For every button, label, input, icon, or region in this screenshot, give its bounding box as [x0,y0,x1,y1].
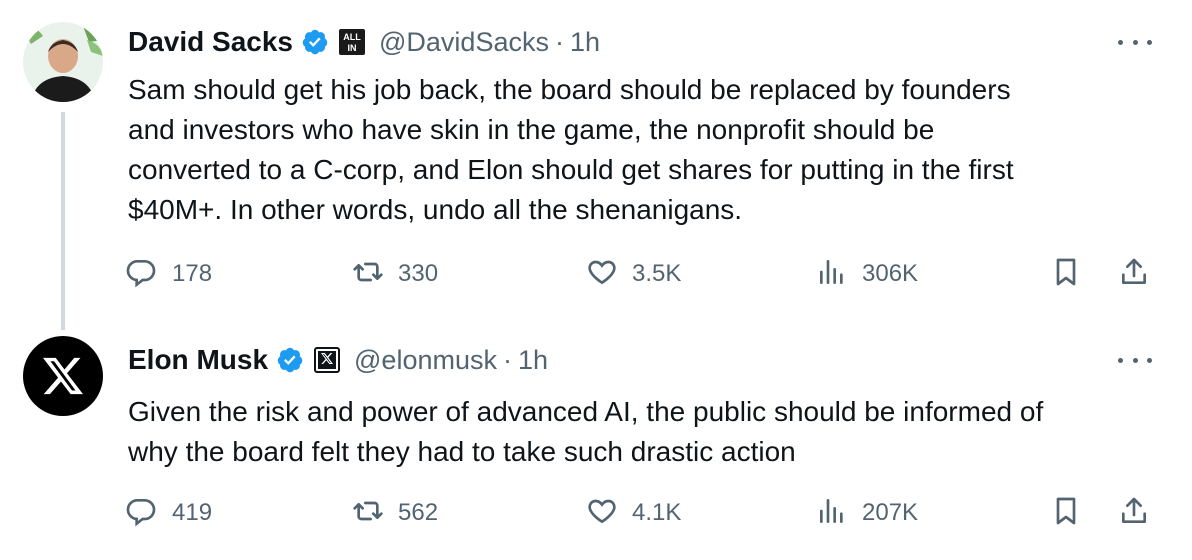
more-icon[interactable] [1118,32,1152,52]
like-count: 3.5K [632,260,682,287]
timestamp[interactable]: 1h [570,27,600,58]
repost-icon [352,495,384,532]
repost-count: 562 [398,499,439,526]
repost-count: 330 [398,260,439,287]
views-count: 207K [862,499,919,526]
svg-text:IN: IN [348,43,357,53]
timestamp[interactable]: 1h [518,345,548,376]
x-affiliation-badge-icon [314,347,341,373]
tweet-header: Elon Musk @elonmusk · 1h [128,340,548,380]
tweet-text: Given the risk and power of advanced AI,… [128,396,1044,467]
share-button[interactable] [1118,254,1150,294]
repost-icon [352,256,384,293]
reply-count: 419 [172,499,213,526]
bookmark-icon [1050,256,1082,293]
more-icon[interactable] [1118,350,1152,370]
verified-icon [301,28,329,56]
bookmark-icon [1050,495,1082,532]
verified-icon [276,346,304,374]
tweet-header: David Sacks ALL IN @DavidSacks · 1h [128,22,600,62]
avatar[interactable] [23,336,103,416]
views-count: 306K [862,260,919,287]
views-icon [816,256,848,293]
like-icon [586,256,618,293]
share-icon [1118,495,1150,532]
author-name[interactable]: Elon Musk [128,344,268,376]
all-in-badge-icon: ALL IN [339,29,365,55]
separator-dot: · [554,26,564,57]
repost-button[interactable]: 562 [352,493,438,533]
reply-icon [126,495,158,532]
tweet-elon-musk[interactable]: Elon Musk @elonmusk · 1h Given the risk … [0,318,1192,560]
separator-dot: · [502,344,512,375]
tweet-david-sacks[interactable]: David Sacks ALL IN @DavidSacks · 1h Sam s… [0,0,1192,318]
like-button[interactable]: 4.1K [586,493,681,533]
svg-text:ALL: ALL [343,32,361,42]
like-count: 4.1K [632,499,682,526]
reply-button[interactable]: 178 [126,254,212,294]
tweet-text: Sam should get his job back, the board s… [128,74,1014,225]
author-name[interactable]: David Sacks [128,26,293,58]
views-button[interactable]: 207K [816,493,918,533]
action-bar: 178 330 3.5K 306K [0,254,1192,294]
bookmark-button[interactable] [1050,493,1082,533]
share-button[interactable] [1118,493,1150,533]
share-icon [1118,256,1150,293]
reply-icon [126,256,158,293]
avatar[interactable] [23,22,103,102]
like-icon [586,495,618,532]
views-icon [816,495,848,532]
action-bar: 419 562 4.1K 207K [0,493,1192,533]
x-logo-icon [43,357,83,395]
reply-button[interactable]: 419 [126,493,212,533]
author-handle[interactable]: @DavidSacks [379,27,549,58]
like-button[interactable]: 3.5K [586,254,681,294]
reply-count: 178 [172,260,213,287]
repost-button[interactable]: 330 [352,254,438,294]
bookmark-button[interactable] [1050,254,1082,294]
views-button[interactable]: 306K [816,254,918,294]
author-handle[interactable]: @elonmusk [354,345,497,376]
